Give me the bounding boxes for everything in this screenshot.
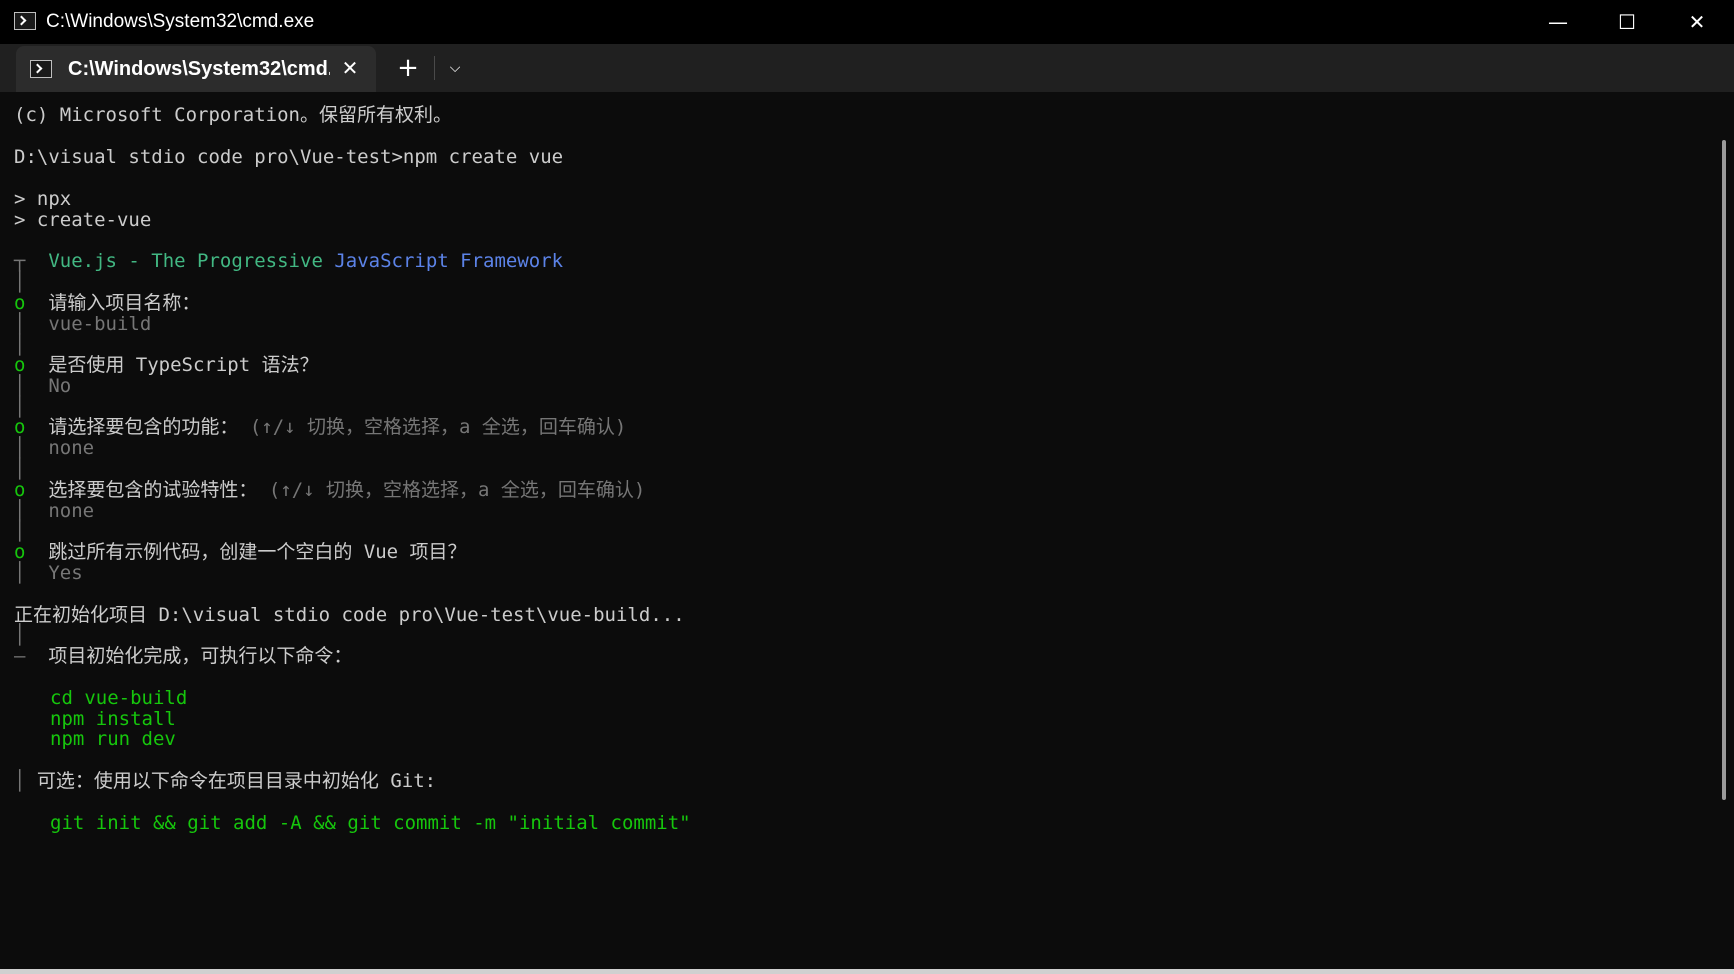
bar: │	[14, 770, 26, 792]
bullet-icon: o	[14, 354, 26, 376]
init-line: 正在初始化项目 D:\visual stdio code pro\Vue-tes…	[14, 604, 685, 626]
bar-line: │	[14, 520, 26, 542]
new-tab-button[interactable]: +	[388, 52, 428, 84]
terminal-icon	[30, 60, 52, 78]
answer-3: │ none	[14, 437, 94, 460]
answer-3-text: none	[48, 437, 95, 459]
bar: │	[14, 437, 26, 459]
bullet-icon: o	[14, 416, 26, 438]
bar: │	[14, 313, 26, 335]
window-title: C:\Windows\System32\cmd.exe	[46, 11, 315, 32]
question-5: o 跳过所有示例代码，创建一个空白的 Vue 项目？	[14, 541, 467, 564]
done-prefix: —	[14, 645, 26, 667]
bar-line: │	[14, 624, 26, 646]
done-text: 项目初始化完成，可执行以下命令：	[48, 645, 353, 667]
answer-4-text: none	[48, 500, 95, 522]
question-4: o 选择要包含的试验特性： (↑/↓ 切换，空格选择，a 全选，回车确认)	[14, 479, 645, 502]
tab-divider	[434, 56, 435, 80]
tab-title: C:\Windows\System32\cmd.exe	[68, 58, 330, 80]
terminal-window: C:\Windows\System32\cmd.exe — ☐ ✕ C:\Win…	[0, 0, 1734, 974]
question-1: o 请输入项目名称：	[14, 292, 200, 315]
terminal-icon	[14, 12, 36, 30]
plus-icon: +	[397, 53, 419, 83]
output-line-copyright: (c) Microsoft Corporation。保留所有权利。	[14, 104, 452, 126]
prompt-line: D:\visual stdio code pro\Vue-test>npm cr…	[14, 146, 564, 168]
question-2-text: 是否使用 TypeScript 语法？	[48, 354, 319, 376]
bar: │	[14, 562, 26, 584]
question-4-hint: (↑/↓ 切换，空格选择，a 全选，回车确认)	[268, 479, 646, 501]
done-line: — 项目初始化完成，可执行以下命令：	[14, 645, 352, 668]
bullet-icon: o	[14, 541, 26, 563]
bar: │	[14, 375, 26, 397]
question-1-text: 请输入项目名称：	[48, 292, 201, 314]
bar: │	[14, 500, 26, 522]
tab-cmd[interactable]: C:\Windows\System32\cmd.exe ✕	[16, 46, 376, 92]
answer-2: │ No	[14, 375, 71, 398]
title-bar[interactable]: C:\Windows\System32\cmd.exe — ☐ ✕	[0, 0, 1734, 44]
bullet-icon: o	[14, 292, 26, 314]
answer-2-text: No	[48, 375, 72, 397]
maximize-button[interactable]: ☐	[1592, 0, 1662, 44]
terminal-output[interactable]: (c) Microsoft Corporation。保留所有权利。 D:\vis…	[0, 92, 1718, 974]
output-line-create-vue: > create-vue	[14, 209, 152, 231]
answer-5-text: Yes	[48, 562, 83, 584]
minimize-button[interactable]: —	[1523, 0, 1593, 44]
minimize-icon: —	[1548, 10, 1568, 34]
output-line-npx: > npx	[14, 188, 72, 210]
optional-text: 可选：使用以下命令在项目目录中初始化 Git:	[36, 770, 437, 792]
answer-4: │ none	[14, 500, 94, 523]
window-bottom-edge	[0, 969, 1734, 974]
answer-1: │ vue-build	[14, 313, 151, 336]
answer-5: │ Yes	[14, 562, 83, 585]
bar-line: │	[14, 271, 26, 293]
maximize-icon: ☐	[1618, 10, 1636, 34]
banner-text-b: JavaScript Framework	[334, 250, 564, 272]
optional-line: │ 可选：使用以下命令在项目目录中初始化 Git:	[14, 770, 436, 793]
question-3-text: 请选择要包含的功能：	[48, 416, 239, 438]
banner-prefix: ┬	[14, 250, 37, 272]
bullet-icon: o	[14, 479, 26, 501]
chevron-down-icon: ⌵	[449, 60, 461, 76]
close-button[interactable]: ✕	[1662, 0, 1732, 44]
question-3: o 请选择要包含的功能： (↑/↓ 切换，空格选择，a 全选，回车确认)	[14, 416, 626, 439]
close-icon: ✕	[1688, 10, 1706, 34]
scrollbar[interactable]	[1722, 140, 1726, 800]
tab-strip: C:\Windows\System32\cmd.exe ✕ + ⌵	[0, 44, 1734, 92]
answer-1-text: vue-build	[48, 313, 152, 335]
banner-line: ┬ Vue.js - The Progressive JavaScript Fr…	[14, 250, 563, 273]
tab-dropdown-button[interactable]: ⌵	[442, 52, 468, 84]
banner-text-a: Vue.js - The Progressive	[48, 250, 335, 272]
tab-close-icon[interactable]: ✕	[338, 56, 362, 80]
question-3-hint: (↑/↓ 切换，空格选择，a 全选，回车确认)	[249, 416, 627, 438]
question-4-text: 选择要包含的试验特性：	[48, 479, 258, 501]
command-cd: cd vue-build	[50, 687, 188, 709]
bar-line: │	[14, 458, 26, 480]
question-5-text: 跳过所有示例代码，创建一个空白的 Vue 项目？	[48, 541, 467, 563]
command-dev: npm run dev	[50, 728, 176, 750]
question-2: o 是否使用 TypeScript 语法？	[14, 354, 319, 377]
command-git: git init && git add -A && git commit -m …	[50, 812, 691, 834]
